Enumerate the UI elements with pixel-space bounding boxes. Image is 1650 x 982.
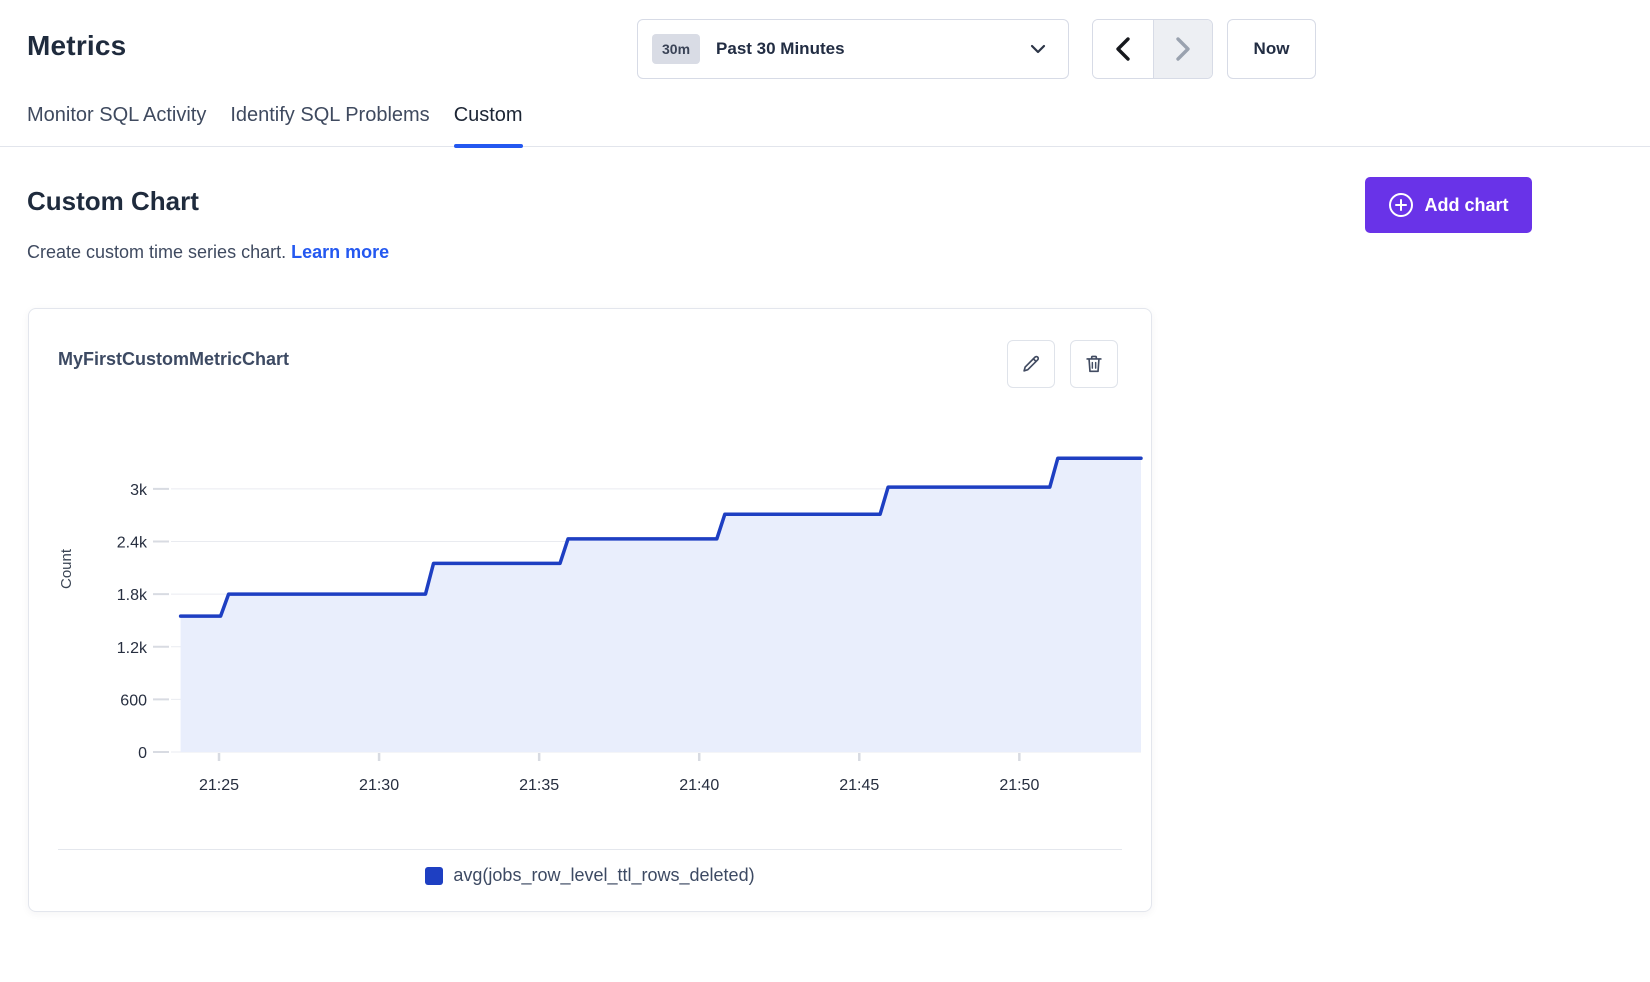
time-range-label: Past 30 Minutes (716, 39, 845, 59)
chevron-right-icon (1174, 36, 1192, 62)
time-nav-arrows (1092, 19, 1213, 79)
tab-identify-sql-problems[interactable]: Identify SQL Problems (230, 104, 429, 146)
section-title: Custom Chart (27, 186, 199, 217)
svg-text:21:35: 21:35 (519, 777, 559, 794)
chart-title: MyFirstCustomMetricChart (58, 349, 289, 370)
trash-icon (1083, 353, 1105, 375)
svg-text:21:25: 21:25 (199, 777, 239, 794)
svg-text:3k: 3k (130, 482, 148, 499)
chart-card-actions (1007, 340, 1118, 388)
section-subtitle: Create custom time series chart. Learn m… (27, 242, 389, 263)
time-range-badge: 30m (652, 34, 700, 64)
delete-chart-button[interactable] (1070, 340, 1118, 388)
tab-bar: Monitor SQL Activity Identify SQL Proble… (0, 104, 1650, 147)
now-button[interactable]: Now (1227, 19, 1316, 79)
svg-text:21:45: 21:45 (839, 777, 879, 794)
metrics-page: Metrics 30m Past 30 Minutes Now Monitor … (0, 0, 1650, 982)
svg-text:2.4k: 2.4k (117, 535, 148, 552)
time-range-dropdown[interactable]: 30m Past 30 Minutes (637, 19, 1069, 79)
add-chart-label: Add chart (1424, 195, 1508, 216)
add-chart-button[interactable]: Add chart (1365, 177, 1532, 233)
custom-chart-svg: 0 600 1.2k 1.8k 2.4k 3k Count 21:25 21:30 21:35 21… (29, 409, 1153, 799)
edit-chart-button[interactable] (1007, 340, 1055, 388)
svg-text:1.8k: 1.8k (117, 587, 148, 604)
prev-time-button[interactable] (1093, 20, 1153, 78)
svg-text:1.2k: 1.2k (117, 640, 148, 657)
learn-more-link[interactable]: Learn more (291, 242, 389, 262)
next-time-button[interactable] (1153, 20, 1213, 78)
svg-text:21:50: 21:50 (999, 777, 1039, 794)
svg-text:21:30: 21:30 (359, 777, 399, 794)
card-divider (58, 849, 1122, 850)
chevron-down-icon (1030, 44, 1046, 54)
svg-text:600: 600 (120, 692, 147, 709)
pencil-icon (1020, 353, 1042, 375)
section-subtitle-text: Create custom time series chart. (27, 242, 286, 262)
svg-text:0: 0 (138, 745, 147, 762)
page-title: Metrics (27, 30, 126, 62)
svg-text:21:40: 21:40 (679, 777, 719, 794)
tab-monitor-sql-activity[interactable]: Monitor SQL Activity (27, 104, 206, 146)
plus-circle-icon (1388, 192, 1414, 218)
legend-label: avg(jobs_row_level_ttl_rows_deleted) (453, 865, 754, 886)
chart-legend: avg(jobs_row_level_ttl_rows_deleted) (29, 865, 1151, 886)
svg-text:Count: Count (58, 548, 75, 589)
chevron-left-icon (1114, 36, 1132, 62)
tab-custom[interactable]: Custom (454, 104, 523, 146)
legend-swatch (425, 867, 443, 885)
chart-card: MyFirstCustomMetricChart 0 600 1.2k 1.8k 2.4… (28, 308, 1152, 912)
